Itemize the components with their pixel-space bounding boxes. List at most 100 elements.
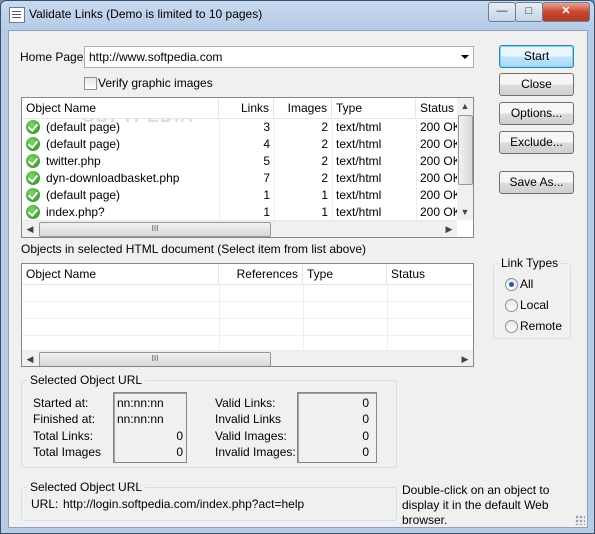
radio-local[interactable] <box>505 299 518 312</box>
check-ok-icon <box>26 171 40 185</box>
table-row[interactable]: index.php? 1 1 text/html 200 OK <box>22 204 461 221</box>
row-links: 1 <box>263 205 270 219</box>
objects-table[interactable]: Object Name References Type Status ◀ III… <box>21 263 474 367</box>
radio-remote[interactable] <box>505 320 518 333</box>
row-links: 3 <box>263 120 270 134</box>
close-window-button[interactable]: ✕ <box>542 2 590 22</box>
invalid-images-value: 0 <box>362 445 369 459</box>
table-row[interactable]: (default page) 3 2 text/html 200 OK <box>22 119 461 136</box>
row-object-name: (default page) <box>46 120 121 134</box>
options-button[interactable]: Options... <box>499 102 574 125</box>
links-vertical-scrollbar[interactable]: ▲ ▼ <box>457 98 473 220</box>
invalid-links-value: 0 <box>362 412 369 426</box>
row-object-name: dyn-downloadbasket.php <box>46 171 180 185</box>
radio-all-label[interactable]: All <box>520 277 533 291</box>
objects-table-header: Object Name References Type Status <box>22 264 473 285</box>
row-images: 2 <box>321 137 328 151</box>
chevron-down-icon[interactable] <box>457 47 473 67</box>
radio-local-label[interactable]: Local <box>520 298 549 312</box>
link-types-label: Link Types <box>498 256 562 270</box>
objects-horizontal-scrollbar[interactable]: ◀ III ▶ <box>22 350 473 366</box>
valid-links-label: Valid Links: <box>215 396 276 410</box>
links-table-header: Object Name Links Images Type Status <box>22 98 457 119</box>
stats-group-label: Selected Object URL <box>27 373 146 387</box>
radio-remote-label[interactable]: Remote <box>520 319 562 333</box>
col-object-name[interactable]: Object Name <box>22 98 219 118</box>
row-images: 1 <box>321 205 328 219</box>
table-row[interactable]: (default page) 1 1 text/html 200 OK <box>22 187 461 204</box>
finished-at-label: Finished at: <box>33 412 96 426</box>
check-ok-icon <box>26 205 40 219</box>
col-status[interactable]: Status <box>387 264 473 284</box>
exclude-button[interactable]: Exclude... <box>499 131 574 154</box>
col-links[interactable]: Links <box>219 98 274 118</box>
start-button[interactable]: Start <box>499 45 574 68</box>
dialog-body: Home Page http://www.softpedia.com Verif… <box>8 30 588 528</box>
links-horizontal-scrollbar[interactable]: ◀ III ▶ <box>22 220 457 237</box>
url-label: URL: <box>31 497 59 511</box>
home-page-combobox[interactable]: http://www.softpedia.com <box>84 46 474 68</box>
check-ok-icon <box>26 154 40 168</box>
table-row[interactable]: twitter.php 5 2 text/html 200 OK <box>22 153 461 170</box>
scroll-left-icon[interactable]: ◀ <box>22 351 38 366</box>
finished-at-value: nn:nn:nn <box>117 412 164 426</box>
row-links: 4 <box>263 137 270 151</box>
row-type: text/html <box>336 171 382 185</box>
invalid-links-label: Invalid Links <box>215 412 282 426</box>
valid-images-label: Valid Images: <box>215 429 287 443</box>
row-images: 2 <box>321 120 328 134</box>
total-links-label: Total Links: <box>33 429 94 443</box>
row-images: 2 <box>321 154 328 168</box>
url-group-label: Selected Object URL <box>27 480 146 494</box>
row-links: 7 <box>263 171 270 185</box>
row-type: text/html <box>336 120 382 134</box>
col-images[interactable]: Images <box>274 98 332 118</box>
links-horizontal-thumb[interactable]: III <box>39 222 271 237</box>
total-links-value: 0 <box>176 429 183 443</box>
row-links: 5 <box>263 154 270 168</box>
row-type: text/html <box>336 154 382 168</box>
row-type: text/html <box>336 205 382 219</box>
valid-links-value: 0 <box>362 396 369 410</box>
scroll-down-icon[interactable]: ▼ <box>457 204 473 220</box>
verify-images-label[interactable]: Verify graphic images <box>98 76 213 90</box>
col-references[interactable]: References <box>219 264 303 284</box>
check-ok-icon <box>26 137 40 151</box>
col-object-name[interactable]: Object Name <box>22 264 219 284</box>
url-value: http://login.softpedia.com/index.php?act… <box>63 497 305 511</box>
row-object-name: (default page) <box>46 137 121 151</box>
started-at-label: Started at: <box>33 396 89 410</box>
objects-horizontal-thumb[interactable]: III <box>39 352 271 366</box>
row-links: 1 <box>263 188 270 202</box>
scroll-right-icon[interactable]: ▶ <box>457 351 473 366</box>
table-row[interactable]: (default page) 4 2 text/html 200 OK <box>22 136 461 153</box>
links-table[interactable]: SOFTPEDIA Object Name Links Images Type … <box>21 97 474 238</box>
resize-grip-icon[interactable] <box>575 515 585 525</box>
col-type[interactable]: Type <box>303 264 387 284</box>
save-as-button[interactable]: Save As... <box>499 171 574 194</box>
close-button[interactable]: Close <box>499 73 574 96</box>
col-type[interactable]: Type <box>332 98 416 118</box>
total-images-value: 0 <box>176 445 183 459</box>
links-vertical-thumb[interactable] <box>458 115 473 185</box>
title-bar[interactable]: Validate Links (Demo is limited to 10 pa… <box>1 1 594 27</box>
verify-images-checkbox[interactable] <box>84 77 97 90</box>
maximize-button[interactable]: □ <box>515 2 543 22</box>
row-object-name: twitter.php <box>46 154 101 168</box>
table-row[interactable]: dyn-downloadbasket.php 7 2 text/html 200… <box>22 170 461 187</box>
objects-section-label: Objects in selected HTML document (Selec… <box>21 242 367 256</box>
home-page-url: http://www.softpedia.com <box>89 50 223 64</box>
minimize-button[interactable]: — <box>488 2 516 22</box>
check-ok-icon <box>26 188 40 202</box>
scroll-right-icon[interactable]: ▶ <box>441 221 457 237</box>
radio-all[interactable] <box>505 278 518 291</box>
row-images: 1 <box>321 188 328 202</box>
scroll-left-icon[interactable]: ◀ <box>22 221 38 237</box>
row-type: text/html <box>336 188 382 202</box>
valid-images-value: 0 <box>362 429 369 443</box>
row-images: 2 <box>321 171 328 185</box>
hint-text: Double-click on an object to display it … <box>402 483 550 527</box>
row-object-name: index.php? <box>46 205 105 219</box>
check-ok-icon <box>26 120 40 134</box>
scroll-up-icon[interactable]: ▲ <box>457 98 473 114</box>
